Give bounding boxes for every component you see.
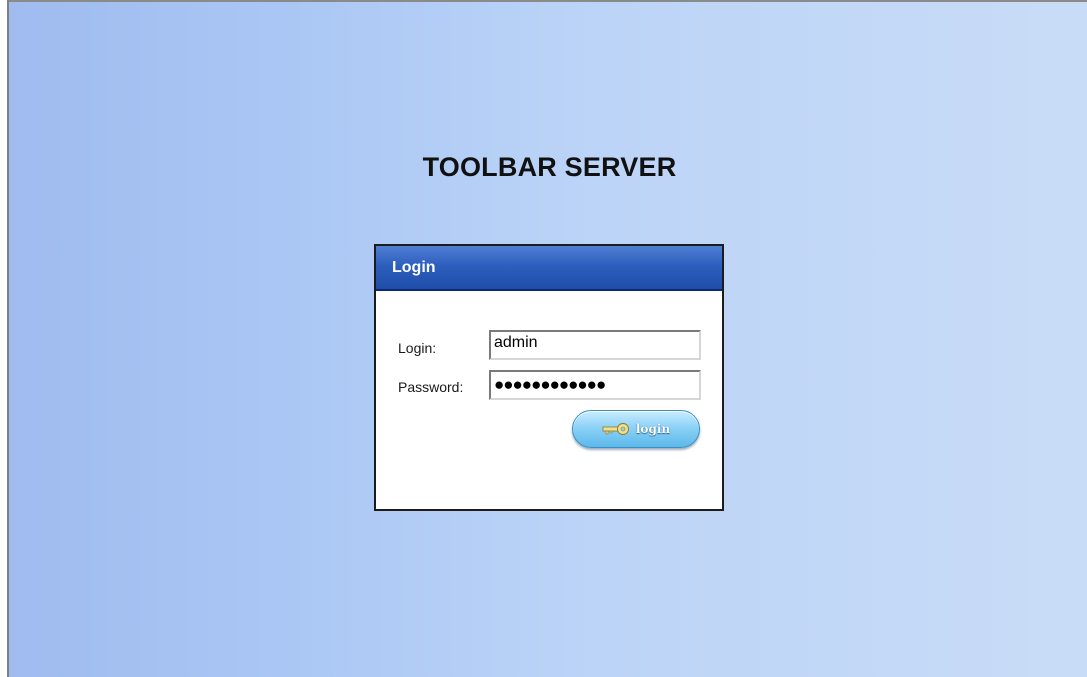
- password-input[interactable]: ●●●●●●●●●●●●: [489, 370, 701, 400]
- login-panel: Login Login: admin Password: ●●●●●●●●●●●…: [374, 244, 724, 511]
- login-row: Login: admin: [376, 330, 722, 360]
- password-label: Password:: [398, 379, 464, 395]
- page-background: TOOLBAR SERVER Login Login: admin Passwo…: [0, 0, 1087, 677]
- login-button-label: login: [635, 422, 671, 436]
- password-row: Password: ●●●●●●●●●●●●: [376, 370, 722, 400]
- login-panel-header: Login: [376, 246, 722, 291]
- window-left-edge: [0, 0, 9, 677]
- window-top-edge: [9, 0, 1087, 2]
- login-button[interactable]: login: [572, 410, 700, 448]
- login-input[interactable]: admin: [489, 330, 701, 360]
- page-title: TOOLBAR SERVER: [422, 152, 677, 182]
- key-icon: [602, 422, 630, 436]
- login-label: Login:: [398, 340, 437, 356]
